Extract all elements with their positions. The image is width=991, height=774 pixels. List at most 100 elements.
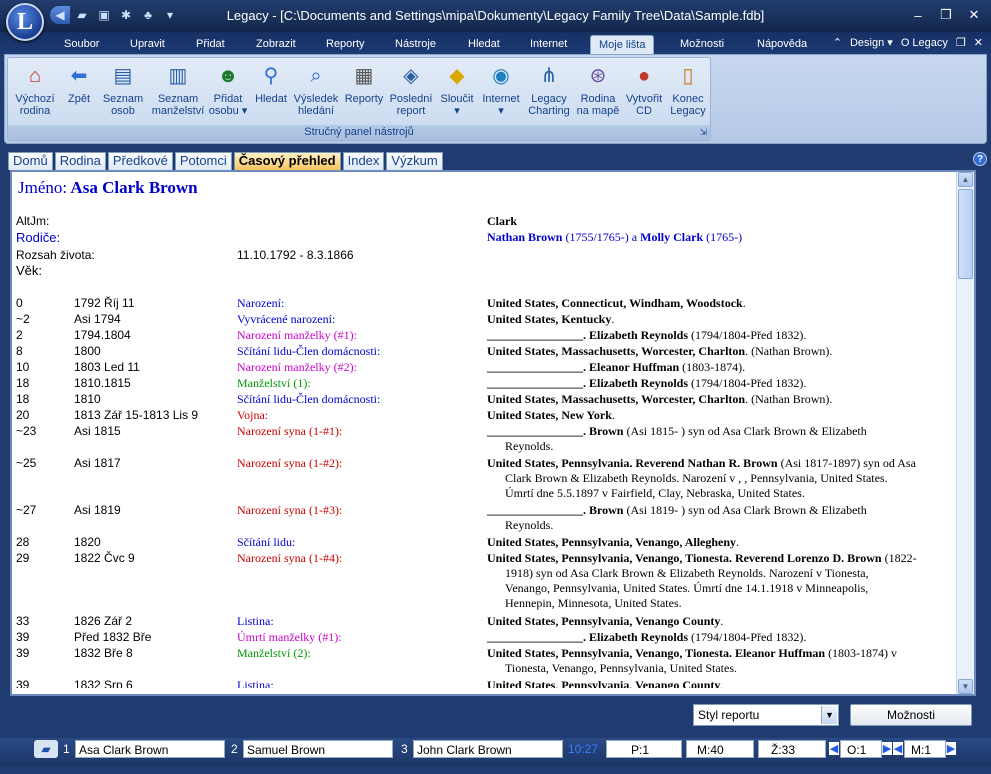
about-legacy-link[interactable]: O Legacy <box>901 37 948 49</box>
marriage-list-button[interactable]: ▥ Seznam manželství <box>148 61 208 117</box>
row-date: Asi 1819 <box>74 503 121 518</box>
search-result-icon: ⌕ <box>310 65 322 87</box>
row-detail-rest: (Asi 1817-1897) syn od Asa <box>777 455 916 470</box>
book-icon[interactable]: ▰ <box>34 740 58 758</box>
scroll-up-icon[interactable]: ▲ <box>958 172 973 187</box>
tab-reporty[interactable]: Reporty <box>318 35 373 54</box>
tab-zobrazit[interactable]: Zobrazit <box>248 35 304 54</box>
row-place: ________________. Elizabeth Reynolds <box>487 376 689 390</box>
tab-nastroje[interactable]: Nástroje <box>387 35 444 54</box>
tab-pridat[interactable]: Přidat <box>188 35 233 54</box>
tab-internet[interactable]: Internet <box>522 35 575 54</box>
home-icon: ⌂ <box>28 65 42 87</box>
row-date: Asi 1794 <box>74 312 121 326</box>
status-m-plusminus[interactable]: ± <box>745 740 752 758</box>
design-menu[interactable]: Design ▾ <box>850 36 893 49</box>
tab-hledat[interactable]: Hledat <box>460 35 508 54</box>
row-event: Manželství (1): <box>237 376 311 390</box>
report-style-select[interactable]: Styl reportu ▼ <box>693 704 839 726</box>
title-bar: ◀ ▰ ▣ ✱ ♣ ▾ Legacy - [C:\Documents and S… <box>0 0 991 32</box>
row-date: 1794.1804 <box>74 328 131 342</box>
options-button[interactable]: Možnosti <box>850 704 972 726</box>
row-detail: United States, Kentucky. <box>487 312 947 327</box>
row-age: 28 <box>16 534 30 549</box>
row-detail: United States, Pennsylvania, Venango, Ti… <box>487 551 947 611</box>
tab-casovy-prehled[interactable]: Časový přehled <box>233 152 341 170</box>
tab-index[interactable]: Index <box>342 152 385 170</box>
parent-father-link[interactable]: Nathan Brown <box>487 230 562 244</box>
row-detail: ________________. Brown (Asi 1815- ) syn… <box>487 424 947 454</box>
prev-icon-2[interactable]: ◀ <box>893 742 903 755</box>
exit-legacy-button[interactable]: ▯ Konec Legacy <box>666 61 710 117</box>
tab-rodina[interactable]: Rodina <box>54 152 106 170</box>
vertical-scrollbar[interactable]: ▲ ▼ <box>956 172 974 694</box>
row-age: 2 <box>16 328 23 342</box>
row-place: United States, Pennsylvania, Venango, Ti… <box>487 550 882 565</box>
search-result-button[interactable]: ⌕ Výsledek hledání <box>292 61 340 117</box>
row-detail: United States, Connecticut, Windham, Woo… <box>487 296 947 311</box>
exit-icon: ▯ <box>682 65 694 87</box>
next-icon-2[interactable]: ▶ <box>946 742 956 755</box>
last-report-button[interactable]: ◈ Poslední report <box>386 61 436 117</box>
tab-potomci[interactable]: Potomci <box>174 152 232 170</box>
person-list-button[interactable]: ▤ Seznam osob <box>100 61 146 117</box>
row-detail-rest: . <box>720 677 724 688</box>
life-span-value: 11.10.1792 - 8.3.1866 <box>237 248 354 262</box>
close-document-icon[interactable]: ✕ <box>974 36 983 49</box>
tab-vyzkum[interactable]: Výzkum <box>386 152 443 170</box>
tab-predkove[interactable]: Předkové <box>107 152 173 170</box>
tab-upravit[interactable]: Upravit <box>122 35 173 54</box>
family-map-button[interactable]: ⊛ Rodina na mapě <box>574 61 622 117</box>
tab-moje-lista[interactable]: Moje lišta <box>590 35 655 54</box>
restore-icon[interactable]: ❐ <box>956 36 966 49</box>
row-detail-rest: . (Nathan Brown). <box>745 344 833 358</box>
name-label: Jméno: <box>18 178 68 197</box>
status-m: M:40 <box>686 740 754 758</box>
merge-button[interactable]: ◆ Sloučit ▾ <box>436 61 478 117</box>
tab-napoveda[interactable]: Nápověda <box>749 35 815 54</box>
application-logo-button[interactable]: L <box>6 3 44 41</box>
prev-icon[interactable]: ◀ <box>829 742 839 755</box>
close-icon[interactable]: ✕ <box>963 6 985 24</box>
search-button[interactable]: ⚲ Hledat <box>252 61 290 105</box>
status-p-plusminus[interactable]: ± <box>673 740 680 758</box>
last-report-icon: ◈ <box>403 65 419 87</box>
chevron-down-icon[interactable]: ▼ <box>821 706 837 724</box>
row-age: 0 <box>16 296 23 310</box>
scroll-thumb[interactable] <box>958 189 973 279</box>
dialog-launcher-icon[interactable]: ⇲ <box>699 127 707 138</box>
row-age: 10 <box>16 360 30 374</box>
cd-icon: ● <box>637 65 651 87</box>
life-span-label: Rozsah života: <box>16 248 95 262</box>
create-cd-button[interactable]: ● Vytvořit CD <box>622 61 666 117</box>
row-date: Před 1832 Bře <box>74 629 152 644</box>
legacy-charting-button[interactable]: ⋔ Legacy Charting <box>524 61 574 117</box>
marriage-list-icon: ▥ <box>168 65 188 87</box>
add-person-icon: ☻ <box>217 65 239 87</box>
reports-button[interactable]: ▦ Reporty <box>342 61 386 105</box>
slot1-person[interactable]: Asa Clark Brown <box>75 740 225 758</box>
tab-domu[interactable]: Domů <box>8 152 53 170</box>
scroll-down-icon[interactable]: ▼ <box>958 679 973 694</box>
ribbon-minimize-icon[interactable]: ⌃ <box>833 36 842 49</box>
tab-moznosti[interactable]: Možnosti <box>672 35 732 54</box>
back-button[interactable]: ⬅ Zpět <box>60 61 98 105</box>
default-family-button[interactable]: ⌂ Výchozí rodina <box>10 61 60 117</box>
minimize-icon[interactable]: – <box>907 6 929 24</box>
row-event: Listina: <box>237 677 274 688</box>
search-icon: ⚲ <box>263 65 279 87</box>
maximize-icon[interactable]: ❐ <box>935 6 957 24</box>
status-z-plusminus[interactable]: ± <box>817 740 824 758</box>
slot2-person[interactable]: Samuel Brown <box>243 740 393 758</box>
next-icon[interactable]: ▶ <box>882 742 892 755</box>
parent-mother-link[interactable]: Molly Clark <box>640 230 703 244</box>
help-icon[interactable]: ? <box>973 152 987 166</box>
row-date: 1832 Bře 8 <box>74 645 133 660</box>
ribbon-group-label: Stručný panel nástrojů <box>8 125 710 140</box>
tab-soubor[interactable]: Soubor <box>56 35 107 54</box>
internet-button[interactable]: ◉ Internet ▾ <box>478 61 524 117</box>
status-m2: M:1 <box>904 740 946 758</box>
add-person-button[interactable]: ☻ Přidat osobu ▾ <box>206 61 250 117</box>
slot3-person[interactable]: John Clark Brown <box>413 740 563 758</box>
row-place: United States, New York <box>487 408 612 422</box>
